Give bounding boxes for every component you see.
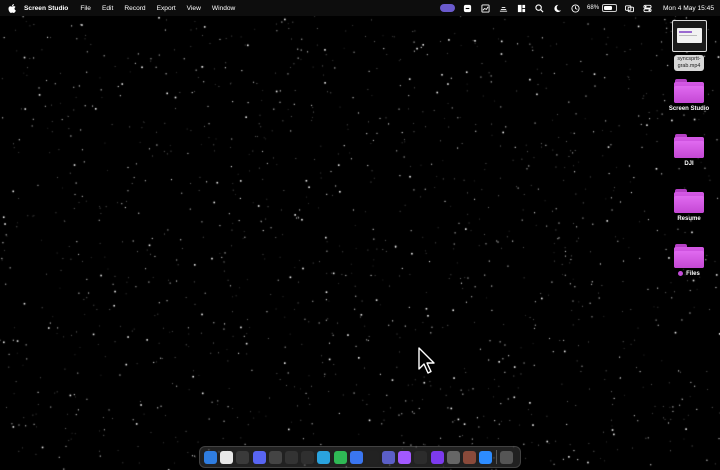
- safari-icon[interactable]: [236, 450, 250, 464]
- trash-icon[interactable]: [500, 450, 514, 464]
- zoom-icon[interactable]: [479, 450, 493, 464]
- telegram-icon[interactable]: [317, 450, 331, 464]
- menu-view[interactable]: View: [187, 5, 201, 12]
- menu-file[interactable]: File: [80, 5, 91, 12]
- desktop-file-video[interactable]: syncsprtt-grab.mp4: [659, 20, 719, 72]
- whatsapp-icon[interactable]: [333, 450, 347, 464]
- desktop-folder-files[interactable]: Files: [659, 244, 719, 277]
- mouse-cursor-icon: [418, 347, 435, 374]
- menu-edit[interactable]: Edit: [102, 5, 113, 12]
- menu-window[interactable]: Window: [212, 5, 235, 12]
- menu-clock[interactable]: Mon 4 May 15:45: [663, 5, 714, 12]
- chrome-icon[interactable]: [301, 450, 315, 464]
- recording-pill-icon[interactable]: [440, 4, 456, 12]
- apple-icon[interactable]: [8, 3, 16, 13]
- desktop-file-label: syncsprtt-grab.mp4: [674, 55, 704, 71]
- folder-label: Resume: [677, 216, 701, 222]
- discord-icon[interactable]: [252, 450, 266, 464]
- battery-percent: 68%: [587, 5, 600, 11]
- battery-fill: [604, 6, 612, 10]
- starfield-wallpaper: [0, 0, 720, 470]
- video-thumbnail: [671, 20, 707, 52]
- app-menu[interactable]: Screen Studio: [24, 5, 68, 12]
- menu-bar: Screen Studio File Edit Record Export Vi…: [0, 0, 720, 16]
- github-icon[interactable]: [365, 450, 379, 464]
- dock: [199, 446, 521, 468]
- folder-icon: [674, 244, 704, 268]
- folder-icon: [674, 134, 704, 158]
- folder-label: Files: [659, 271, 719, 277]
- scribble-app-icon[interactable]: [461, 3, 473, 13]
- launchpad-icon[interactable]: [268, 450, 282, 464]
- menu-record[interactable]: Record: [124, 5, 145, 12]
- window-tiling-icon[interactable]: [515, 3, 527, 13]
- mail-icon[interactable]: [220, 450, 234, 464]
- color-tag-icon: [678, 271, 684, 276]
- network-icon[interactable]: [497, 3, 509, 13]
- control-center-icon[interactable]: [641, 3, 653, 13]
- status-area: 68% Mon 4 May 15:45: [440, 0, 714, 16]
- desktop-folder-resume[interactable]: Resume: [659, 189, 719, 222]
- dark-mode-icon[interactable]: [551, 3, 563, 13]
- search-icon[interactable]: [533, 3, 545, 13]
- screen-studio-icon[interactable]: [463, 450, 476, 464]
- folder-label: Screen Studio: [668, 106, 710, 112]
- cursor-app-icon[interactable]: [414, 450, 428, 464]
- desktop-folder-screen-studio[interactable]: Screen Studio: [659, 79, 719, 112]
- figma-icon[interactable]: [398, 450, 412, 464]
- finder-icon[interactable]: [204, 450, 217, 464]
- menu-export[interactable]: Export: [157, 5, 176, 12]
- settings-icon[interactable]: [446, 450, 460, 464]
- folder-icon: [674, 79, 704, 103]
- chart-app-icon[interactable]: [479, 3, 491, 13]
- folder-label: DJI: [684, 161, 694, 167]
- messages-icon[interactable]: [284, 450, 298, 464]
- obsidian-icon[interactable]: [430, 450, 444, 464]
- clock-icon[interactable]: [569, 3, 581, 13]
- folder-icon: [674, 189, 704, 213]
- dock-separator: [496, 450, 498, 464]
- screen-mirroring-icon[interactable]: [623, 3, 635, 13]
- battery-icon[interactable]: [602, 4, 618, 12]
- signal-icon[interactable]: [349, 450, 363, 464]
- desktop-folder-dji[interactable]: DJI: [659, 134, 719, 167]
- teams-icon[interactable]: [382, 450, 396, 464]
